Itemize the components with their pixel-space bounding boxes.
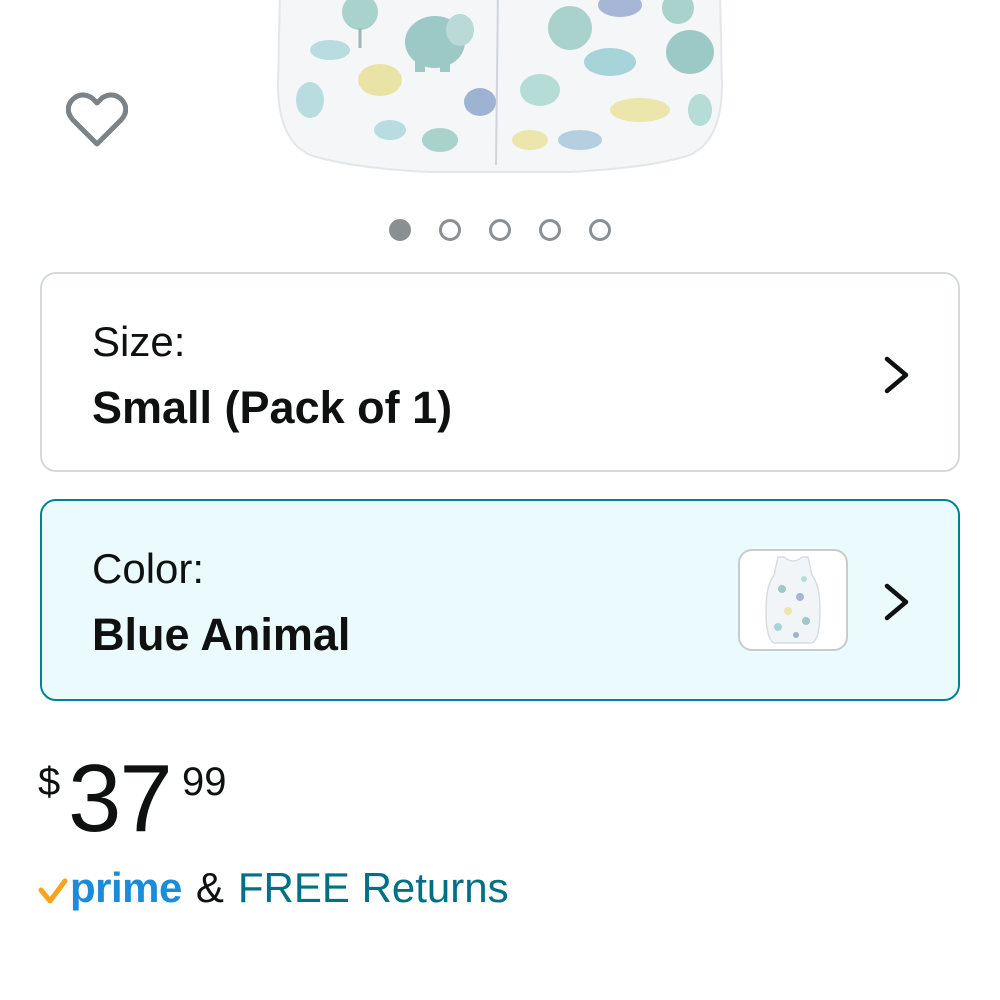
image-carousel-dots bbox=[0, 219, 1000, 247]
size-label: Size: bbox=[92, 318, 186, 365]
free-returns-link[interactable]: FREE Returns bbox=[238, 864, 509, 912]
chevron-right-icon bbox=[884, 583, 909, 621]
price-fraction: 99 bbox=[182, 760, 227, 804]
prime-badge: prime bbox=[70, 864, 182, 911]
color-selector[interactable]: Color: Blue Animal bbox=[40, 499, 960, 701]
color-swatch-thumbnail[interactable] bbox=[738, 549, 848, 651]
prime-check-icon bbox=[38, 878, 68, 904]
carousel-dot-5[interactable] bbox=[589, 219, 611, 241]
carousel-dot-4[interactable] bbox=[539, 219, 561, 241]
size-value: Small (Pack of 1) bbox=[92, 382, 453, 433]
chevron-right-icon bbox=[884, 356, 909, 394]
price-whole: 37 bbox=[68, 745, 173, 852]
price-currency-symbol: $ bbox=[38, 760, 61, 804]
carousel-dot-3[interactable] bbox=[489, 219, 511, 241]
color-value: Blue Animal bbox=[92, 609, 351, 660]
size-selector[interactable]: Size: Small (Pack of 1) bbox=[40, 272, 960, 472]
product-image[interactable] bbox=[270, 0, 730, 175]
color-label: Color: bbox=[92, 545, 205, 592]
carousel-dot-1[interactable] bbox=[389, 219, 411, 241]
prime-delivery-row: prime & FREE Returns bbox=[38, 858, 738, 918]
carousel-dot-2[interactable] bbox=[439, 219, 461, 241]
ampersand: & bbox=[195, 864, 224, 911]
wishlist-heart-icon[interactable] bbox=[62, 86, 132, 152]
